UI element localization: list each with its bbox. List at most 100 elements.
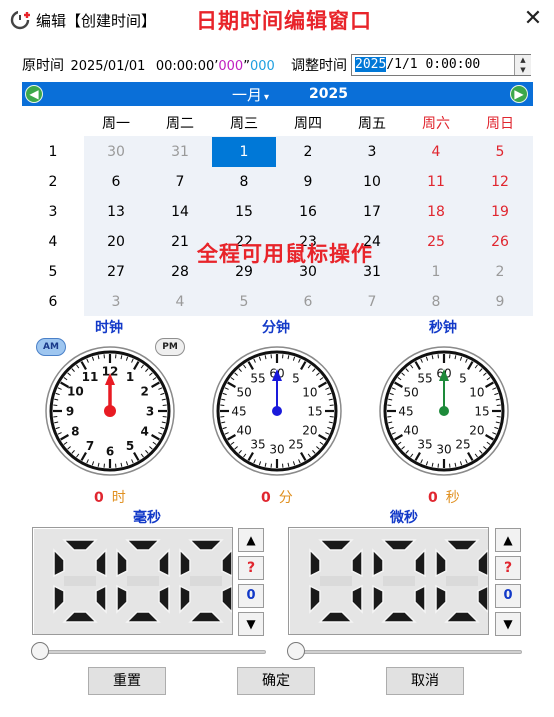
ms-lcd-display <box>32 527 233 635</box>
calendar-day[interactable]: 6 <box>276 287 340 317</box>
calendar-day[interactable]: 10 <box>340 167 404 197</box>
calendar-day[interactable]: 11 <box>404 167 468 197</box>
clock-hand-pivot <box>104 405 116 417</box>
calendar-header: ◀ 一月 ▾ 2025 ▶ <box>22 82 533 106</box>
calendar-day[interactable]: 1 <box>404 257 468 287</box>
calendar-day[interactable]: 5 <box>212 287 276 317</box>
ms-zero-button[interactable]: 0 <box>238 584 264 608</box>
close-button[interactable]: ✕ <box>519 6 547 32</box>
us-decrement-button[interactable]: ▼ <box>495 612 521 636</box>
spin-up-icon[interactable]: ▲ <box>515 55 531 65</box>
us-slider-track[interactable] <box>290 650 522 654</box>
lcd-segment <box>188 539 224 551</box>
lcd-segment <box>53 548 65 578</box>
calendar-day[interactable]: 13 <box>84 197 148 227</box>
clock-number-label: 45 <box>231 405 246 419</box>
calendar-day[interactable]: 6 <box>84 167 148 197</box>
ms-increment-button[interactable]: ▲ <box>238 528 264 552</box>
calendar-day[interactable]: 15 <box>212 197 276 227</box>
lcd-segment <box>116 584 128 614</box>
calendar-day[interactable]: 2 <box>276 137 340 167</box>
week-number: 2 <box>48 174 58 190</box>
month-label: 一月 <box>232 86 263 104</box>
next-month-icon[interactable]: ▶ <box>510 85 528 103</box>
calendar-day[interactable]: 20 <box>84 227 148 257</box>
ms-random-button[interactable]: ? <box>238 556 264 580</box>
clock-number-label: 40 <box>236 424 251 438</box>
lcd-segment <box>62 611 98 623</box>
calendar-day[interactable]: 18 <box>404 197 468 227</box>
calendar-day[interactable]: 9 <box>276 167 340 197</box>
minute-clock-dial[interactable]: 60510152025303540455055 <box>210 344 344 478</box>
original-us-mark: ” <box>243 59 250 74</box>
lcd-segment <box>477 548 489 578</box>
reset-button[interactable]: 重置 <box>88 667 166 695</box>
clock-number-label: 50 <box>236 386 251 400</box>
hour-clock-dial[interactable]: 12 1234567891011 <box>43 344 177 478</box>
cancel-button[interactable]: 取消 <box>386 667 464 695</box>
clock-number-label: 4 <box>140 425 148 439</box>
calendar-day[interactable]: 4 <box>404 137 468 167</box>
hour-value-number: 0 <box>94 490 104 506</box>
app-clock-icon <box>10 10 31 30</box>
second-value-number: 0 <box>428 490 438 506</box>
calendar-day[interactable]: 25 <box>404 227 468 257</box>
second-clock-title: 秒钟 <box>429 320 457 336</box>
calendar-day[interactable]: 8 <box>404 287 468 317</box>
adjust-time-input[interactable]: 2025/1/1 0:00:00 <box>351 54 531 76</box>
clock-number-label: 15 <box>474 405 489 419</box>
calendar-day[interactable]: 5 <box>468 137 532 167</box>
lcd-segment <box>125 611 161 623</box>
calendar-day[interactable]: 30 <box>84 137 148 167</box>
lcd-segment <box>318 539 354 551</box>
clock-hand-pivot <box>439 406 449 416</box>
ms-decrement-button[interactable]: ▼ <box>238 612 264 636</box>
lcd-segment <box>435 584 447 614</box>
calendar-day[interactable]: 3 <box>340 137 404 167</box>
calendar-day[interactable]: 16 <box>276 197 340 227</box>
lcd-segment <box>414 548 426 578</box>
calendar-day[interactable]: 1 <box>212 137 276 167</box>
minute-value: 0分 <box>261 487 293 507</box>
us-increment-button[interactable]: ▲ <box>495 528 521 552</box>
lcd-segment <box>444 539 480 551</box>
clock-number-label: 20 <box>302 424 317 438</box>
calendar-day[interactable]: 12 <box>468 167 532 197</box>
adjust-time-spinner[interactable]: ▲ ▼ <box>514 55 531 75</box>
second-value-unit: 秒 <box>445 490 460 506</box>
minute-clock-title: 分钟 <box>262 320 290 336</box>
year-label[interactable]: 2025 <box>309 86 348 102</box>
confirm-button[interactable]: 确定 <box>237 667 315 695</box>
us-slider-thumb[interactable] <box>287 642 305 660</box>
calendar-day[interactable]: 26 <box>468 227 532 257</box>
lcd-segment <box>309 548 321 578</box>
calendar-day[interactable]: 27 <box>84 257 148 287</box>
calendar-day[interactable]: 3 <box>84 287 148 317</box>
calendar-day[interactable]: 7 <box>148 167 212 197</box>
lcd-segment <box>221 584 233 614</box>
lcd-segment <box>95 548 107 578</box>
calendar-day[interactable]: 14 <box>148 197 212 227</box>
us-zero-button[interactable]: 0 <box>495 584 521 608</box>
calendar-day[interactable]: 31 <box>148 137 212 167</box>
spin-down-icon[interactable]: ▼ <box>515 65 531 75</box>
calendar-day[interactable]: 2 <box>468 257 532 287</box>
calendar-day[interactable]: 17 <box>340 197 404 227</box>
second-clock-dial[interactable]: 60510152025303540455055 <box>377 344 511 478</box>
ms-lcd-digits <box>53 539 233 623</box>
prev-month-icon[interactable]: ◀ <box>25 85 43 103</box>
calendar-day[interactable]: 19 <box>468 197 532 227</box>
calendar-day[interactable]: 7 <box>340 287 404 317</box>
month-dropdown[interactable]: 一月 ▾ <box>232 84 269 105</box>
us-random-button[interactable]: ? <box>495 556 521 580</box>
lcd-segment <box>351 584 363 614</box>
clock-number-label: 1 <box>126 370 134 384</box>
calendar-day[interactable]: 4 <box>148 287 212 317</box>
us-title: 微秒 <box>390 510 418 526</box>
ms-slider-thumb[interactable] <box>31 642 49 660</box>
ms-slider-track[interactable] <box>34 650 266 654</box>
calendar-day[interactable]: 9 <box>468 287 532 317</box>
calendar-day[interactable]: 8 <box>212 167 276 197</box>
clock-number-label: 9 <box>66 405 74 419</box>
lcd-segment <box>351 548 363 578</box>
